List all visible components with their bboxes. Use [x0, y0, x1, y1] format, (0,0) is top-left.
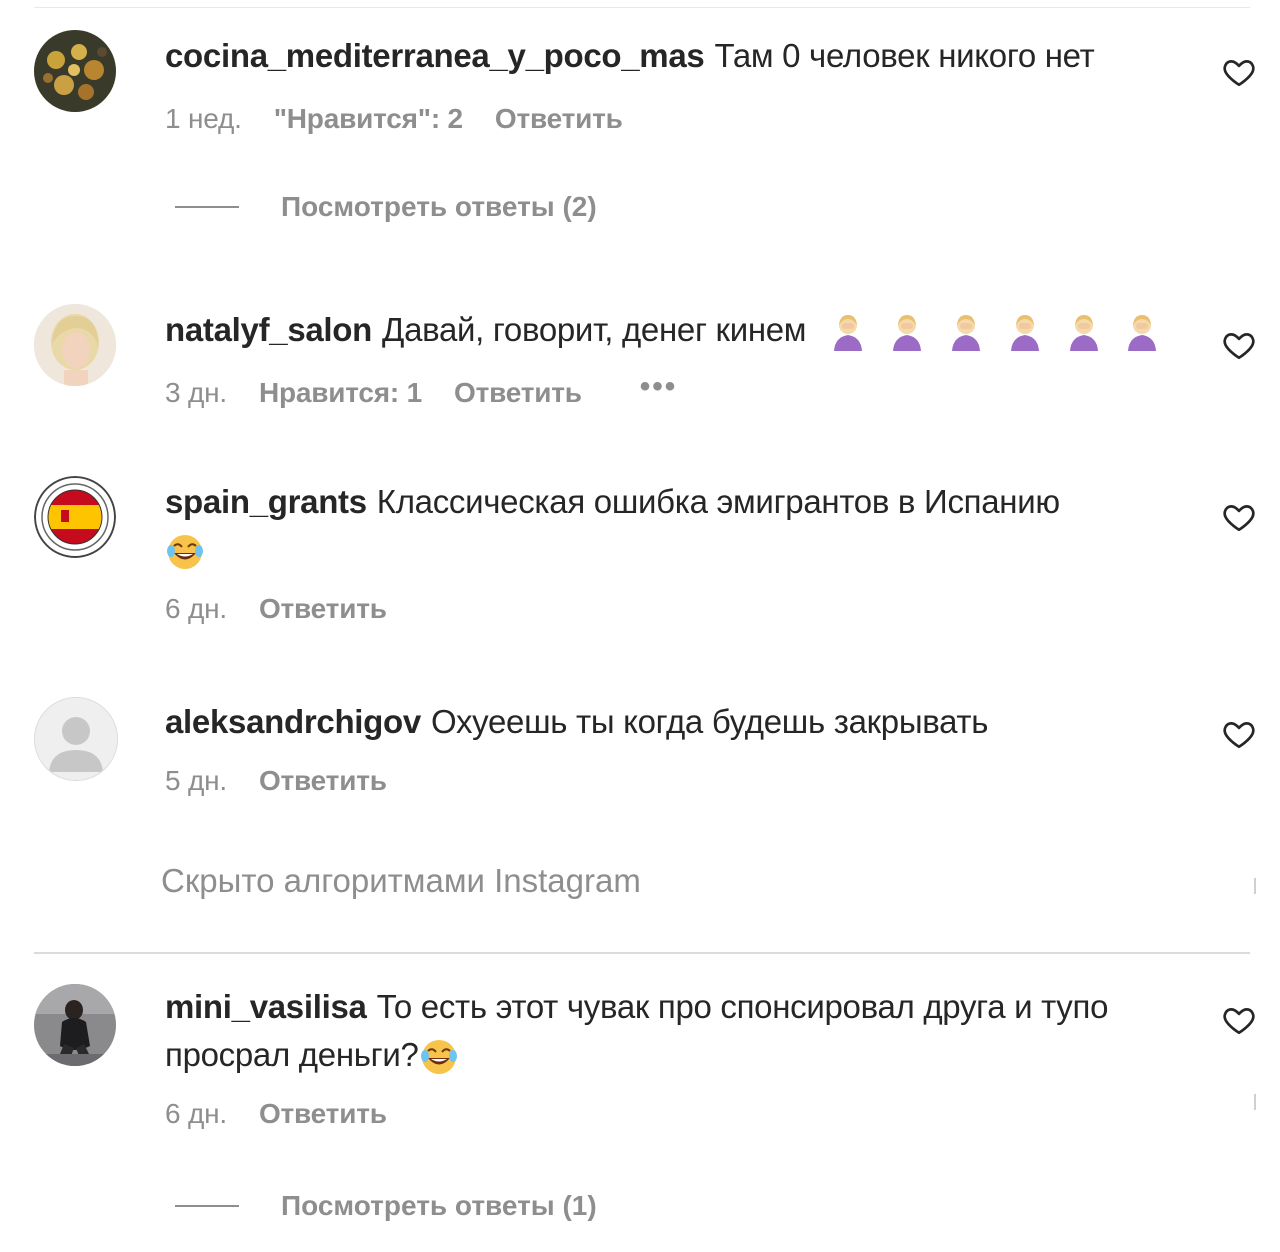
comment-likes[interactable]: "Нравится": 2 — [274, 103, 463, 135]
avatar[interactable] — [34, 984, 116, 1066]
comment-meta: 1 нед. "Нравится": 2 Ответить — [165, 103, 623, 135]
comment-time[interactable]: 6 дн. — [165, 593, 227, 625]
comment-time[interactable]: 6 дн. — [165, 1098, 227, 1130]
comment-text: natalyf_salon Давай, говорит, денег кинем — [165, 306, 1175, 354]
top-divider — [34, 7, 1250, 8]
rolling-laughing-emoji — [165, 532, 205, 572]
reply-button[interactable]: Ответить — [259, 1098, 387, 1130]
avatar[interactable] — [34, 476, 116, 558]
comment-time[interactable]: 3 дн. — [165, 377, 227, 409]
comment-username[interactable]: mini_vasilisa — [165, 988, 367, 1025]
scrollbar-tick — [1254, 1094, 1256, 1110]
comment-body: Там 0 человек никого нет — [714, 37, 1095, 74]
woman-facepalming-emoji — [949, 313, 983, 352]
section-divider — [34, 952, 1250, 954]
woman-facepalming-emoji — [1125, 313, 1159, 352]
reply-button[interactable]: Ответить — [259, 765, 387, 797]
comment-username[interactable]: aleksandrchigov — [165, 703, 421, 740]
reply-button[interactable]: Ответить — [259, 593, 387, 625]
comment-username[interactable]: spain_grants — [165, 483, 367, 520]
woman-facepalming-emoji — [890, 313, 924, 352]
comment-time[interactable]: 1 нед. — [165, 103, 242, 135]
reply-button[interactable]: Ответить — [454, 377, 582, 409]
comment-text: aleksandrchigov Охуеешь ты когда будешь з… — [165, 698, 1175, 746]
hidden-comments-toggle[interactable]: Скрыто алгоритмами Instagram — [161, 862, 641, 900]
default-avatar-icon[interactable] — [34, 697, 118, 781]
comment-likes[interactable]: Нравится: 1 — [259, 377, 422, 409]
comment-meta: 6 дн. Ответить — [165, 593, 387, 625]
more-options-icon[interactable]: ••• — [640, 372, 678, 402]
comment-body: Классическая ошибка эмигрантов в Испанию — [376, 483, 1060, 520]
comment-text: cocina_mediterranea_y_poco_mas Там 0 чело… — [165, 32, 1175, 80]
comment-username[interactable]: natalyf_salon — [165, 311, 372, 348]
comment-username[interactable]: cocina_mediterranea_y_poco_mas — [165, 37, 705, 74]
like-heart-icon[interactable] — [1222, 717, 1256, 751]
like-heart-icon[interactable] — [1222, 1003, 1256, 1037]
comment-body: Охуеешь ты когда будешь закрывать — [430, 703, 989, 740]
woman-facepalming-emoji — [1067, 313, 1101, 352]
replies-dash — [175, 206, 239, 208]
comment-body: Давай, говорит, денег кинем — [382, 311, 807, 348]
replies-dash — [175, 1205, 239, 1207]
rolling-laughing-emoji — [419, 1037, 459, 1077]
comment-text: mini_vasilisa То есть этот чувак про спон… — [165, 983, 1165, 1079]
scrollbar-tick — [1254, 878, 1256, 894]
comment-time[interactable]: 5 дн. — [165, 765, 227, 797]
like-heart-icon[interactable] — [1222, 328, 1256, 362]
like-heart-icon[interactable] — [1222, 55, 1256, 89]
woman-facepalming-emoji — [831, 313, 865, 352]
comment-meta: 3 дн. Нравится: 1 Ответить ••• — [165, 372, 678, 409]
comment-meta: 5 дн. Ответить — [165, 765, 387, 797]
view-replies-button[interactable]: Посмотреть ответы (1) — [175, 1190, 597, 1222]
reply-button[interactable]: Ответить — [495, 103, 623, 135]
like-heart-icon[interactable] — [1222, 500, 1256, 534]
comment-text: spain_grants Классическая ошибка эмигрант… — [165, 478, 1175, 574]
avatar[interactable] — [34, 304, 116, 386]
woman-facepalming-emoji — [1008, 313, 1042, 352]
view-replies-label: Посмотреть ответы (1) — [281, 1190, 597, 1221]
view-replies-button[interactable]: Посмотреть ответы (2) — [175, 191, 597, 223]
view-replies-label: Посмотреть ответы (2) — [281, 191, 597, 222]
avatar[interactable] — [34, 30, 116, 112]
comment-meta: 6 дн. Ответить — [165, 1098, 387, 1130]
